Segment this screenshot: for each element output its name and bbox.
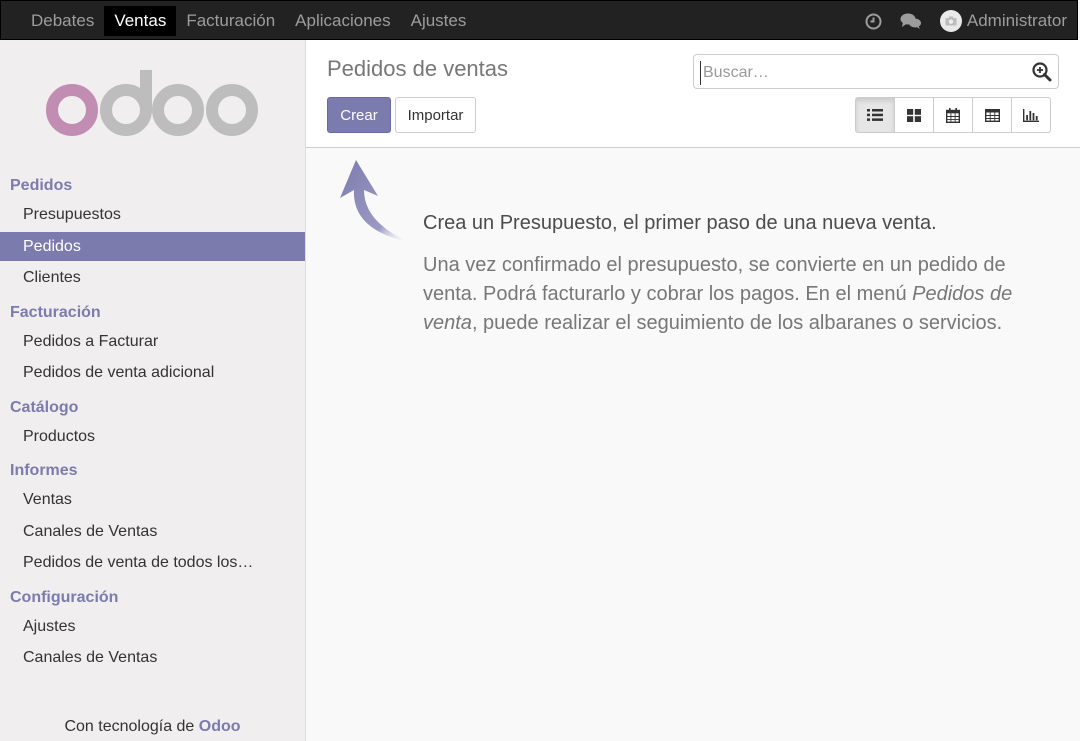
sidebar-item[interactable]: Canales de Ventas [0,643,305,672]
sidebar-menu: Pedidos Presupuestos Pedidos Clientes Factur… [0,172,305,675]
pivot-view-icon [984,108,1000,122]
search-input[interactable] [700,61,1025,85]
help-body-text-end: , puede realizar el seguimiento de los a… [471,312,1003,334]
app-menu: Debates Ventas Facturación Aplicaciones Ajus… [21,6,476,36]
odoo-logo[interactable] [46,68,258,140]
systray: Administrator [847,6,1067,36]
camera-icon [945,16,957,26]
sidebar-item[interactable]: Ventas [0,485,305,514]
list-view-button[interactable] [855,97,895,133]
nav-item-facturacion[interactable]: Facturación [176,6,285,36]
top-navbar: Debates Ventas Facturación Aplicaciones Ajus… [0,0,1078,40]
sidebar-item[interactable]: Pedidos de venta adicional [0,358,305,387]
chat-icon[interactable] [900,12,922,30]
sidebar-item[interactable]: Presupuestos [0,200,305,229]
calendar-view-button[interactable] [933,97,973,133]
sidebar-item[interactable]: Pedidos a Facturar [0,327,305,356]
sidebar-section-title: Pedidos [10,177,73,194]
search-box [693,54,1059,89]
sidebar-section-title: Facturación [10,303,101,321]
page-title: Pedidos de ventas [327,56,509,81]
sidebar: Pedidos Presupuestos Pedidos Clientes Factur… [0,40,306,741]
nav-item-debates[interactable]: Debates [21,6,104,36]
sidebar-item[interactable]: Clientes [0,263,305,292]
avatar [939,10,962,32]
import-button[interactable]: Importar [395,97,476,133]
sidebar-item[interactable]: Pedidos de venta de todos los… [0,548,305,577]
clock-icon[interactable] [865,13,882,30]
control-panel: Pedidos de ventas Crear Importar [306,40,1080,148]
powered-by-link[interactable]: Odoo [199,718,241,735]
nav-item-ventas[interactable]: Ventas [104,6,177,36]
user-menu[interactable]: Administrator [939,10,1067,32]
list-view-icon [867,109,883,121]
sidebar-section-title: Configuración [10,588,119,606]
sidebar-item[interactable]: Canales de Ventas [0,517,305,546]
calendar-view-icon [946,107,960,123]
powered-by: Con tecnología de Odoo [0,718,305,736]
help-title: Crea un Presupuesto, el primer paso de u… [423,212,937,234]
sidebar-item[interactable]: Ajustes [0,612,305,641]
powered-by-text: Con tecnología de [64,718,199,735]
user-name: Administrator [966,11,1067,30]
sidebar-item[interactable]: Productos [0,422,305,451]
sidebar-section-title: Catálogo [10,398,79,416]
sidebar-section-title: Informes [10,462,78,479]
sidebar-item[interactable]: Pedidos [0,231,305,261]
pivot-view-button[interactable] [972,97,1012,133]
create-button[interactable]: Crear [327,97,391,133]
search-icon[interactable] [1032,62,1052,87]
nav-item-aplicaciones[interactable]: Aplicaciones [285,6,400,36]
graph-view-icon [1023,108,1039,122]
graph-view-button[interactable] [1011,97,1051,133]
kanban-view-button[interactable] [894,97,934,133]
arrow-icon [340,160,409,242]
view-switcher [855,97,1051,133]
help-body: Una vez confirmado el presupuesto, se co… [423,251,1043,338]
kanban-view-icon [907,108,921,122]
nav-item-ajustes[interactable]: Ajustes [401,6,477,36]
